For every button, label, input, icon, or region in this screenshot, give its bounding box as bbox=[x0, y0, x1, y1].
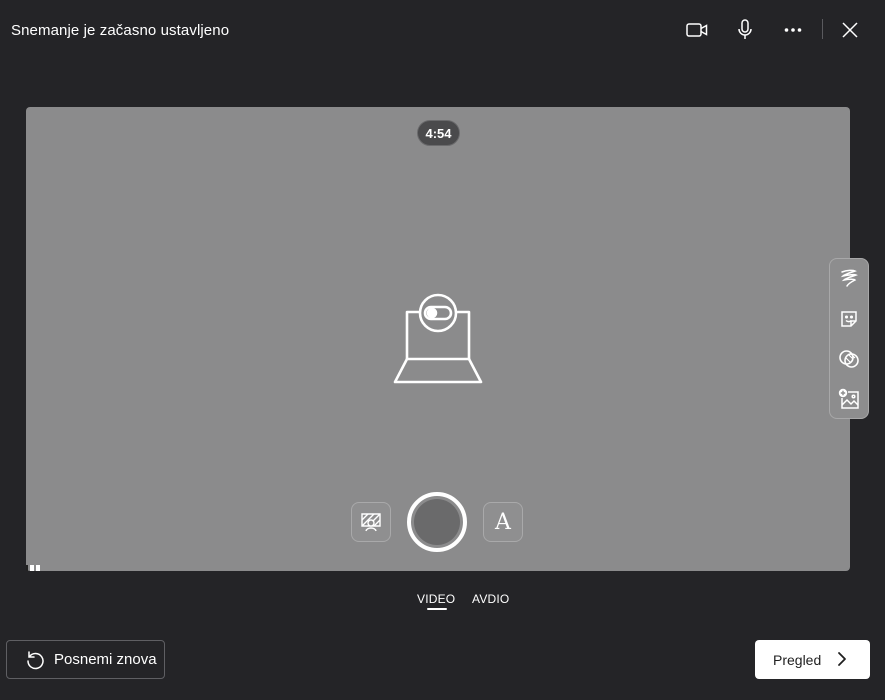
add-image-icon bbox=[838, 388, 859, 409]
more-options-button[interactable] bbox=[776, 14, 810, 46]
text-icon: A bbox=[495, 509, 511, 535]
record-icon bbox=[414, 499, 460, 545]
pen-icon bbox=[840, 269, 858, 287]
tab-audio[interactable]: AVDIO bbox=[472, 592, 509, 606]
camera-off-icon bbox=[393, 293, 483, 384]
close-icon bbox=[842, 22, 858, 38]
side-toolbar bbox=[829, 258, 869, 419]
more-icon bbox=[784, 28, 802, 32]
add-image-tool-button[interactable] bbox=[837, 387, 861, 411]
sticker-icon bbox=[841, 311, 857, 327]
backdrop-icon bbox=[361, 513, 381, 532]
microphone-toggle-button[interactable] bbox=[728, 14, 762, 46]
text-button[interactable]: A bbox=[483, 502, 523, 542]
record-button[interactable] bbox=[407, 492, 467, 552]
sticker-tool-button[interactable] bbox=[837, 307, 861, 331]
camera-icon bbox=[686, 23, 708, 37]
header-title: Snemanje je začasno ustavljeno bbox=[11, 22, 230, 39]
microphone-icon bbox=[738, 19, 752, 39]
backdrop-button[interactable] bbox=[351, 502, 391, 542]
retake-button[interactable]: Posnemi znova bbox=[6, 640, 165, 679]
filter-icon bbox=[839, 350, 859, 368]
tab-video-indicator bbox=[427, 608, 447, 610]
tab-video[interactable]: VIDEO bbox=[417, 592, 455, 606]
progress-marker bbox=[26, 565, 42, 571]
filter-tool-button[interactable] bbox=[837, 347, 861, 371]
header-divider bbox=[822, 19, 823, 39]
camera-preview: 4:54 A bbox=[26, 107, 850, 571]
recording-timer: 4:54 bbox=[417, 120, 460, 146]
review-label: Pregled bbox=[773, 651, 822, 668]
pen-tool-button[interactable] bbox=[837, 266, 861, 290]
chevron-right-icon bbox=[838, 652, 846, 666]
retake-label: Posnemi znova bbox=[54, 651, 157, 668]
review-button[interactable]: Pregled bbox=[755, 640, 870, 679]
camera-toggle-button[interactable] bbox=[680, 14, 714, 46]
retake-icon bbox=[27, 650, 44, 669]
close-button[interactable] bbox=[833, 14, 867, 46]
